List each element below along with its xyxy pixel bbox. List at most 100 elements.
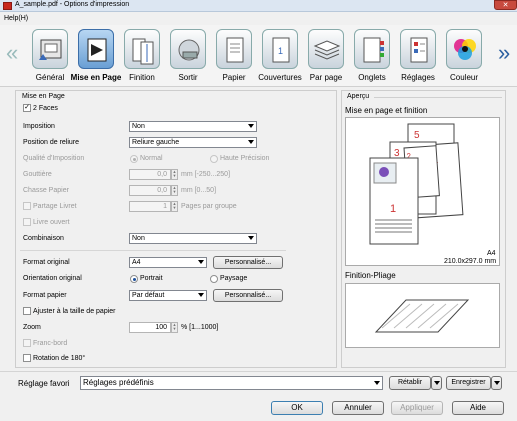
preview-page-number: 5 [414,130,420,141]
booklet-split-input[interactable]: 1 [129,201,171,212]
booklet-split-stepper[interactable]: ▲ ▼ [171,201,178,212]
layout-preview: 5 4 3 2 1 A4 210.0x297.0 mm [345,117,500,266]
portrait-label: Portrait [140,275,163,282]
open-book-checkbox[interactable] [23,218,31,226]
booklet-split-unit: Pages par groupe [181,203,237,210]
chevron-down-icon [198,293,204,297]
menu-bar: Help(H) [0,13,517,25]
tab-settings[interactable]: Réglages [395,27,441,85]
fold-preview-title: Finition-Pliage [345,271,396,280]
finishing-icon [124,29,160,69]
gutter-stepper[interactable]: ▲ ▼ [171,169,178,180]
chevron-down-icon [248,140,254,144]
gutter-label: Gouttière [23,171,52,178]
tab-tabs[interactable]: Onglets [349,27,395,85]
tab-paper[interactable]: Papier [211,27,257,85]
fold-preview [345,283,500,348]
page-stack-illustration: 5 4 3 2 1 [369,123,464,245]
preview-dimensions: 210.0x297.0 mm [444,258,497,265]
layout-icon [78,29,114,69]
paper-format-custom-button[interactable]: Personnalisé... [213,289,283,302]
creep-input[interactable]: 0,0 [129,185,171,196]
scroll-left-arrow-icon[interactable]: « [6,40,18,66]
tab-covers[interactable]: 1 Couvertures [257,27,303,85]
binding-label: Position de reliure [23,139,80,146]
paper-format-value: Par défaut [132,292,165,299]
quality-normal-radio[interactable] [130,155,138,163]
landscape-radio[interactable] [210,275,218,283]
quality-label: Qualité d'Imposition [23,155,85,162]
imposition-label: Imposition [23,123,55,130]
chevron-down-icon [374,381,380,385]
favorite-value: Réglages prédéfinis [83,378,154,387]
booklet-split-label: Partage Livret [33,203,77,210]
cover-page-icon: 1 [262,29,298,69]
preview-title: Aperçu [347,93,370,100]
fit-paper-checkbox[interactable] [23,307,31,315]
close-button[interactable]: ✕ [494,0,517,10]
landscape-label: Paysage [220,275,248,282]
chevron-down-icon [248,124,254,128]
combination-select[interactable]: Non [129,233,257,244]
chevron-down-icon [494,381,500,385]
divider [374,97,502,98]
combination-label: Combinaison [23,235,64,242]
paper-format-select[interactable]: Par défaut [129,290,207,301]
paper-icon [216,29,252,69]
color-circles-icon [446,29,482,69]
tab-per-page[interactable]: Par page [303,27,349,85]
tab-general[interactable]: Général [27,27,73,85]
zoom-stepper[interactable]: ▲ ▼ [171,322,178,333]
booklet-split-checkbox[interactable] [23,202,31,210]
zoom-label: Zoom [23,324,41,331]
scroll-right-arrow-icon[interactable]: » [498,40,510,66]
layout-preview-title: Mise en page et finition [345,106,428,115]
original-format-custom-button[interactable]: Personnalisé... [213,256,283,269]
open-book-label: Livre ouvert [33,219,70,226]
save-favorite-button[interactable]: Enregistrer [446,376,491,390]
ok-button[interactable]: OK [271,401,323,415]
original-format-select[interactable]: A4 [129,257,207,268]
cancel-button[interactable]: Annuler [332,401,384,415]
settings-sheet-icon [400,29,436,69]
quality-high-label: Haute Précision [220,155,270,162]
pdf-app-icon [3,2,12,10]
flower-icon [379,167,389,177]
save-dropdown-button[interactable] [491,376,502,390]
title-bar: A_sample.pdf - Options d'impression [0,0,517,12]
output-tray-icon [170,29,206,69]
chevron-down-icon [434,381,440,385]
quality-normal-label: Normal [140,155,163,162]
tab-finishing[interactable]: Finition [119,27,165,85]
fit-paper-label: Ajuster à la taille de papier [33,308,116,315]
portrait-radio[interactable] [130,275,138,283]
binding-select[interactable]: Reliure gauche [129,137,257,148]
original-format-value: A4 [132,259,141,266]
borderless-checkbox[interactable] [23,339,31,347]
restore-dropdown-button[interactable] [431,376,442,390]
apply-button[interactable]: Appliquer [391,401,443,415]
creep-stepper[interactable]: ▲ ▼ [171,185,178,196]
gutter-input[interactable]: 0,0 [129,169,171,180]
original-format-label: Format original [23,259,70,266]
chevron-down-icon [198,260,204,264]
tab-label: Couleur [449,73,478,82]
favorite-select[interactable]: Réglages prédéfinis [80,376,383,390]
tab-sheets-icon [354,29,390,69]
preview-page-number: 3 [394,148,400,159]
paper-format-label: Format papier [23,292,67,299]
menu-help[interactable]: Help(H) [4,15,28,22]
tab-layout[interactable]: Mise en Page [71,27,121,85]
help-button[interactable]: Aide [452,401,504,415]
two-faces-checkbox[interactable]: ✓ [23,104,31,112]
imposition-select[interactable]: Non [129,121,257,132]
zoom-range: % [1...1000] [181,324,219,331]
restore-button[interactable]: Rétablir [389,376,431,390]
tab-output[interactable]: Sortir [165,27,211,85]
zoom-input[interactable]: 100 [129,322,171,333]
tab-color[interactable]: Couleur [441,27,487,85]
rotate-180-checkbox[interactable] [23,354,31,362]
quality-high-radio[interactable] [210,155,218,163]
group-title: Mise en Page [22,93,65,100]
divider [20,250,286,251]
